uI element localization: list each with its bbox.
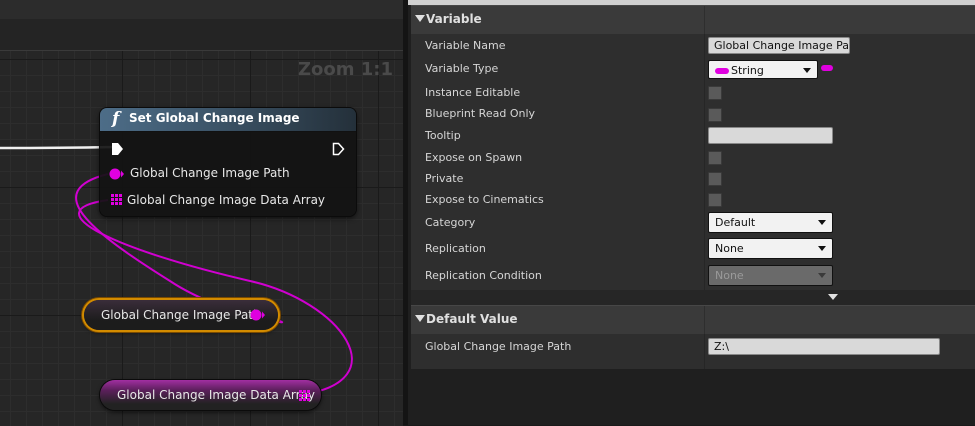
- row-default-path: Global Change Image Path Z:\: [411, 334, 975, 359]
- row-private: Private: [411, 168, 975, 190]
- graph-tab-bar: [0, 19, 403, 50]
- section-title: Variable: [426, 12, 482, 26]
- expand-arrow-icon: [415, 315, 425, 322]
- replication-condition-dropdown: None: [708, 265, 833, 286]
- variable-node-image-data-array[interactable]: Global Change Image Data Array: [100, 380, 321, 410]
- row-replication: Replication None: [411, 237, 975, 263]
- exec-out-pin-icon[interactable]: [332, 142, 346, 156]
- row-label: Category: [425, 216, 476, 229]
- function-icon: f: [112, 109, 120, 129]
- details-panel: Variable Variable Name Global Change Ima…: [408, 0, 975, 425]
- category-dropdown[interactable]: Default: [708, 212, 833, 233]
- chevron-down-icon: [818, 220, 826, 225]
- variable-type-value: String: [731, 64, 764, 77]
- replication-value: None: [715, 242, 744, 255]
- row-label: Tooltip: [425, 129, 461, 142]
- chevron-down-icon: [818, 246, 826, 251]
- variable-section-header[interactable]: Variable: [411, 5, 975, 34]
- variable-type-dropdown[interactable]: String: [708, 60, 818, 79]
- chevron-down-icon: [803, 68, 811, 73]
- exec-in-pin-icon[interactable]: [111, 142, 125, 156]
- variable-name-input[interactable]: Global Change Image Path: [708, 37, 850, 54]
- row-label: Variable Name: [425, 39, 506, 52]
- container-type-icon[interactable]: [821, 65, 833, 71]
- expand-arrow-icon: [415, 15, 425, 22]
- private-checkbox[interactable]: [708, 172, 722, 186]
- section-title: Default Value: [426, 312, 518, 326]
- default-value-section-header[interactable]: Default Value: [411, 305, 975, 334]
- row-instance-editable: Instance Editable: [411, 81, 975, 103]
- array-wire: [78, 199, 353, 396]
- row-expose-to-cinematics: Expose to Cinematics: [411, 189, 975, 211]
- chevron-down-icon: [818, 273, 826, 278]
- variable-node-label: Global Change Image Path: [101, 308, 261, 322]
- variable-node-label: Global Change Image Data Array: [117, 388, 316, 402]
- row-label: Instance Editable: [425, 86, 521, 99]
- pin-label-image-path: Global Change Image Path: [130, 166, 290, 180]
- replication-dropdown[interactable]: None: [708, 238, 833, 259]
- pin-label-image-data-array: Global Change Image Data Array: [127, 193, 326, 207]
- default-path-input[interactable]: Z:\: [708, 338, 940, 355]
- row-variable-name: Variable Name Global Change Image Path: [411, 34, 975, 56]
- array-pin-icon[interactable]: [299, 390, 311, 402]
- column-splitter: [704, 306, 705, 334]
- expose-on-spawn-checkbox[interactable]: [708, 151, 722, 165]
- column-splitter: [704, 6, 705, 34]
- row-label: Private: [425, 172, 464, 185]
- row-label: Variable Type: [425, 62, 499, 75]
- exec-wire: [0, 145, 115, 150]
- variable-node-image-path[interactable]: Global Change Image Path: [84, 300, 278, 330]
- default-value-rows: Global Change Image Path Z:\: [411, 334, 975, 369]
- array-pin-icon[interactable]: [111, 194, 123, 206]
- node-header: f Set Global Change Image: [100, 108, 356, 132]
- graph-toolbar-strip: [0, 0, 403, 20]
- advanced-toggle-bar[interactable]: [411, 290, 975, 305]
- row-replication-condition: Replication Condition None: [411, 263, 975, 290]
- category-value: Default: [715, 216, 756, 229]
- row-label: Replication Condition: [425, 269, 542, 282]
- tooltip-input[interactable]: [708, 127, 833, 144]
- row-variable-type: Variable Type String: [411, 56, 975, 80]
- row-label: Global Change Image Path: [425, 340, 572, 353]
- string-pin-icon[interactable]: [109, 167, 125, 181]
- row-blueprint-read-only: Blueprint Read Only: [411, 103, 975, 125]
- row-label: Expose to Cinematics: [425, 193, 544, 206]
- set-global-change-image-node[interactable]: f Set Global Change Image Global Change …: [100, 108, 356, 216]
- replication-condition-value: None: [715, 269, 744, 282]
- row-label: Expose on Spawn: [425, 151, 523, 164]
- blueprint-graph-canvas[interactable]: Zoom 1:1 f Set Global Change Image Globa…: [0, 50, 403, 426]
- variable-section-rows: Variable Name Global Change Image Path V…: [411, 34, 975, 290]
- row-expose-on-spawn: Expose on Spawn: [411, 147, 975, 169]
- row-label: Blueprint Read Only: [425, 107, 536, 120]
- expose-to-cinematics-checkbox[interactable]: [708, 193, 722, 207]
- row-category: Category Default: [411, 211, 975, 237]
- blueprint-read-only-checkbox[interactable]: [708, 108, 722, 122]
- string-pin-icon[interactable]: [250, 308, 266, 322]
- instance-editable-checkbox[interactable]: [708, 86, 722, 100]
- show-advanced-arrow-icon[interactable]: [828, 294, 838, 300]
- row-tooltip: Tooltip: [411, 125, 975, 147]
- row-label: Replication: [425, 242, 486, 255]
- node-title: Set Global Change Image: [129, 111, 300, 125]
- string-type-icon: [715, 68, 729, 74]
